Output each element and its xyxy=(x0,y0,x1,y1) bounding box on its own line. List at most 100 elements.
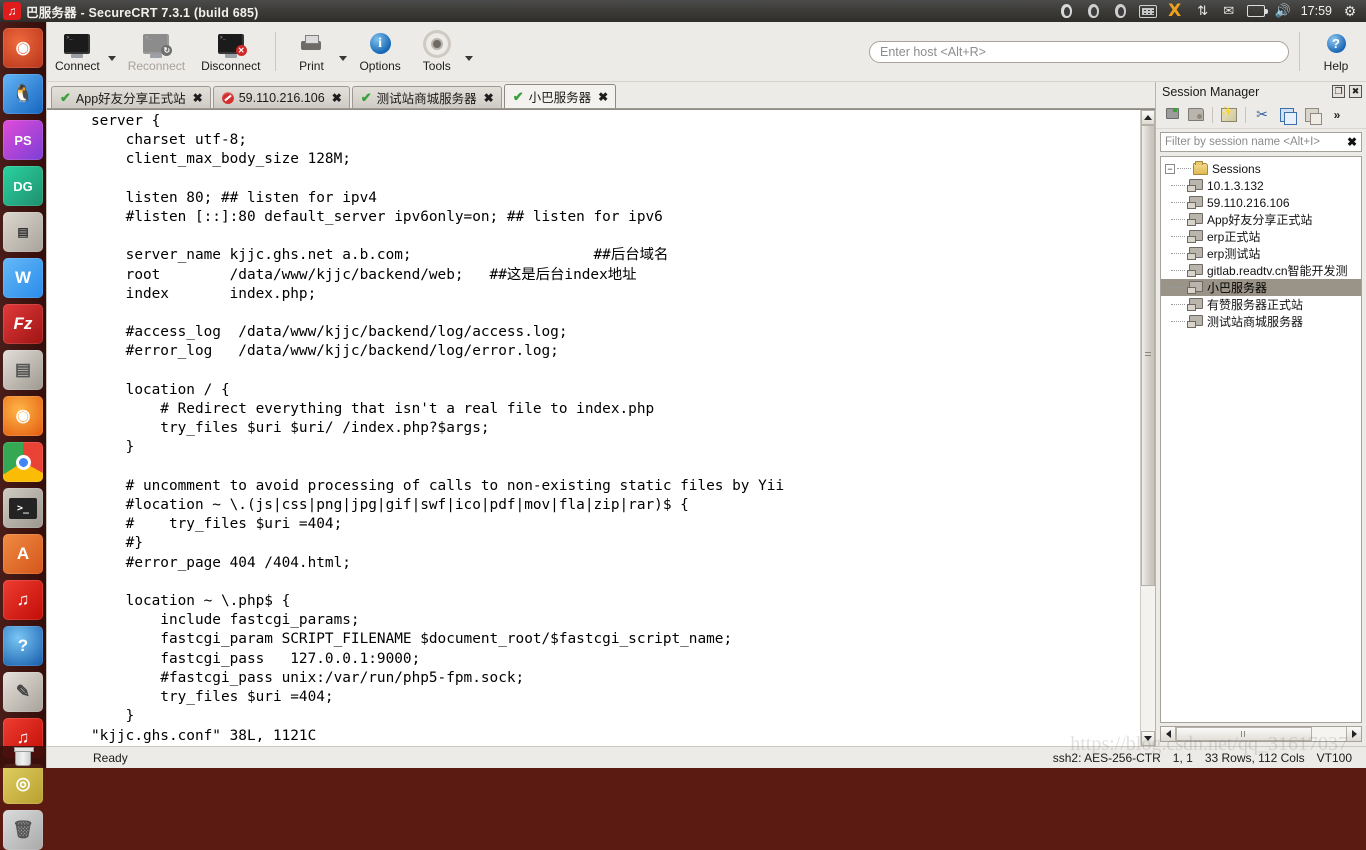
session-tree-item[interactable]: erp正式站 xyxy=(1161,228,1361,245)
tree-dotted-line xyxy=(1177,168,1191,169)
launcher-item-wps-writer[interactable]: W xyxy=(3,258,43,298)
session-tree-item[interactable]: 有赞服务器正式站 xyxy=(1161,296,1361,313)
launcher-item-terminal[interactable]: >_ xyxy=(3,488,43,528)
tab-test-mall-server[interactable]: ✔ 测试站商城服务器 ✖ xyxy=(352,86,502,108)
tab-close-icon[interactable]: ✖ xyxy=(598,90,608,104)
scroll-up-arrow[interactable] xyxy=(1141,110,1155,125)
launcher-item-trash[interactable]: 🗑 xyxy=(3,810,43,850)
session-filter-input[interactable] xyxy=(1161,136,1343,148)
new-session-icon[interactable] xyxy=(1160,104,1182,126)
session-tree-item[interactable]: erp测试站 xyxy=(1161,245,1361,262)
close-icon[interactable]: ✖ xyxy=(1349,85,1362,98)
launcher-item-qq-penguin[interactable]: 🐧 xyxy=(3,74,43,114)
scroll-down-arrow[interactable] xyxy=(1141,731,1155,746)
tab-59-110-216-106[interactable]: 59.110.216.106 ✖ xyxy=(213,86,350,108)
penguin-icon[interactable] xyxy=(1085,3,1103,19)
options-button[interactable]: i Options xyxy=(351,22,408,81)
cut-icon[interactable]: ✂ xyxy=(1251,104,1273,126)
terminal-line xyxy=(91,362,1140,381)
more-chevron-icon[interactable]: » xyxy=(1326,104,1348,126)
paste-icon[interactable] xyxy=(1301,104,1323,126)
disconnect-button[interactable]: >_✕ Disconnect xyxy=(193,22,268,81)
print-button[interactable]: Print xyxy=(283,22,339,81)
terminal-line: #access_log /data/www/kjjc/backend/log/a… xyxy=(91,323,1140,342)
divider xyxy=(1245,107,1246,123)
tab-xiaoba-server[interactable]: ✔ 小巴服务器 ✖ xyxy=(504,84,616,108)
session-manager-header: Session Manager ❐ ✖ xyxy=(1156,82,1366,101)
volume-icon[interactable]: 🔊 xyxy=(1274,3,1292,19)
xmind-icon[interactable]: X xyxy=(1166,3,1184,19)
scroll-thumb[interactable] xyxy=(1176,727,1312,741)
session-tree-root[interactable]: − Sessions xyxy=(1161,160,1361,177)
tab-close-icon[interactable]: ✖ xyxy=(193,91,203,105)
network-updown-icon[interactable]: ⇅ xyxy=(1193,3,1211,19)
copy-icon[interactable] xyxy=(1276,104,1298,126)
session-filter[interactable]: ✖ xyxy=(1160,132,1362,152)
gear-icon[interactable]: ⚙ xyxy=(1341,3,1359,19)
connect-button[interactable]: >_ Connect xyxy=(47,22,108,81)
launcher-item-filezilla[interactable]: Fz xyxy=(3,304,43,344)
launcher-item-phpstorm[interactable]: PS xyxy=(3,120,43,160)
tree-dotted-line xyxy=(1171,236,1185,237)
scroll-right-arrow[interactable] xyxy=(1346,727,1361,741)
session-tree-root-label: Sessions xyxy=(1212,162,1261,176)
undock-icon[interactable]: ❐ xyxy=(1332,85,1345,98)
session-tree-horizontal-scrollbar[interactable] xyxy=(1160,726,1362,742)
reconnect-button-label: Reconnect xyxy=(128,59,185,73)
penguin-icon-2[interactable] xyxy=(1112,3,1130,19)
session-icon xyxy=(1187,315,1203,328)
toolbar-divider-2 xyxy=(1299,32,1300,71)
session-tree-item[interactable]: 小巴服务器 xyxy=(1161,279,1361,296)
launcher-item-firefox[interactable]: ◉ xyxy=(3,396,43,436)
session-tree[interactable]: − Sessions 10.1.3.13259.110.216.106App好友… xyxy=(1160,156,1362,723)
scroll-track[interactable] xyxy=(1141,125,1155,731)
session-tree-item[interactable]: App好友分享正式站 xyxy=(1161,211,1361,228)
collapse-expander-icon[interactable]: − xyxy=(1165,164,1175,174)
tab-close-icon[interactable]: ✖ xyxy=(484,91,494,105)
scroll-thumb[interactable] xyxy=(1141,125,1155,586)
terminal-line: try_files $uri =404; xyxy=(91,688,1140,707)
launcher-item-text-editor[interactable]: ✎ xyxy=(3,672,43,712)
launcher-item-securecrt[interactable]: ▤ xyxy=(3,212,43,252)
new-folder-icon[interactable] xyxy=(1185,104,1207,126)
clear-x-icon[interactable]: ✖ xyxy=(1343,135,1361,149)
keyboard-icon[interactable] xyxy=(1139,3,1157,19)
launcher-item-ubuntu-software[interactable]: A xyxy=(3,534,43,574)
terminal-line: #} xyxy=(91,534,1140,553)
penguin-red-icon[interactable] xyxy=(1058,3,1076,19)
session-tree-item[interactable]: 59.110.216.106 xyxy=(1161,194,1361,211)
mail-icon[interactable]: ✉ xyxy=(1220,3,1238,19)
monitor-reconnect-icon: >_↻ xyxy=(143,30,169,58)
status-message: Ready xyxy=(93,751,128,765)
tools-button[interactable]: Tools xyxy=(409,22,465,81)
tab-close-icon[interactable]: ✖ xyxy=(332,91,342,105)
scroll-track[interactable] xyxy=(1176,727,1346,741)
launcher-item-wps-office[interactable]: ◎ xyxy=(3,764,43,804)
launcher-item-file-manager[interactable]: ▤ xyxy=(3,350,43,390)
trash-icon[interactable] xyxy=(0,746,46,768)
help-button[interactable]: ? Help xyxy=(1308,28,1364,76)
tools-button-label: Tools xyxy=(423,59,451,73)
launcher-item-netease-music[interactable]: ♫ xyxy=(3,580,43,620)
session-icon xyxy=(1187,230,1203,243)
session-tree-item[interactable]: 10.1.3.132 xyxy=(1161,177,1361,194)
tools-dropdown-arrow[interactable] xyxy=(465,22,477,81)
clock[interactable]: 17:59 xyxy=(1301,4,1332,18)
scroll-left-arrow[interactable] xyxy=(1161,727,1176,741)
launcher-item-chrome[interactable] xyxy=(3,442,43,482)
session-tree-item[interactable]: gitlab.readtv.cn智能开发测 xyxy=(1161,262,1361,279)
connect-dropdown-arrow[interactable] xyxy=(108,22,120,81)
launcher-item-datagrip[interactable]: DG xyxy=(3,166,43,206)
tab-app-share[interactable]: ✔ App好友分享正式站 ✖ xyxy=(51,86,211,108)
session-wizard-icon[interactable] xyxy=(1218,104,1240,126)
host-input[interactable] xyxy=(869,41,1289,63)
launcher-item-ubuntu-dash[interactable]: ◉ xyxy=(3,28,43,68)
battery-icon[interactable] xyxy=(1247,3,1265,19)
session-tree-item[interactable]: 测试站商城服务器 xyxy=(1161,313,1361,330)
reconnect-button[interactable]: >_↻ Reconnect xyxy=(120,22,193,81)
terminal-vertical-scrollbar[interactable] xyxy=(1140,110,1155,746)
launcher-item-help[interactable]: ? xyxy=(3,626,43,666)
terminal-line: fastcgi_param SCRIPT_FILENAME $document_… xyxy=(91,630,1140,649)
print-dropdown-arrow[interactable] xyxy=(339,22,351,81)
terminal-output[interactable]: server { charset utf-8; client_max_body_… xyxy=(47,110,1140,746)
